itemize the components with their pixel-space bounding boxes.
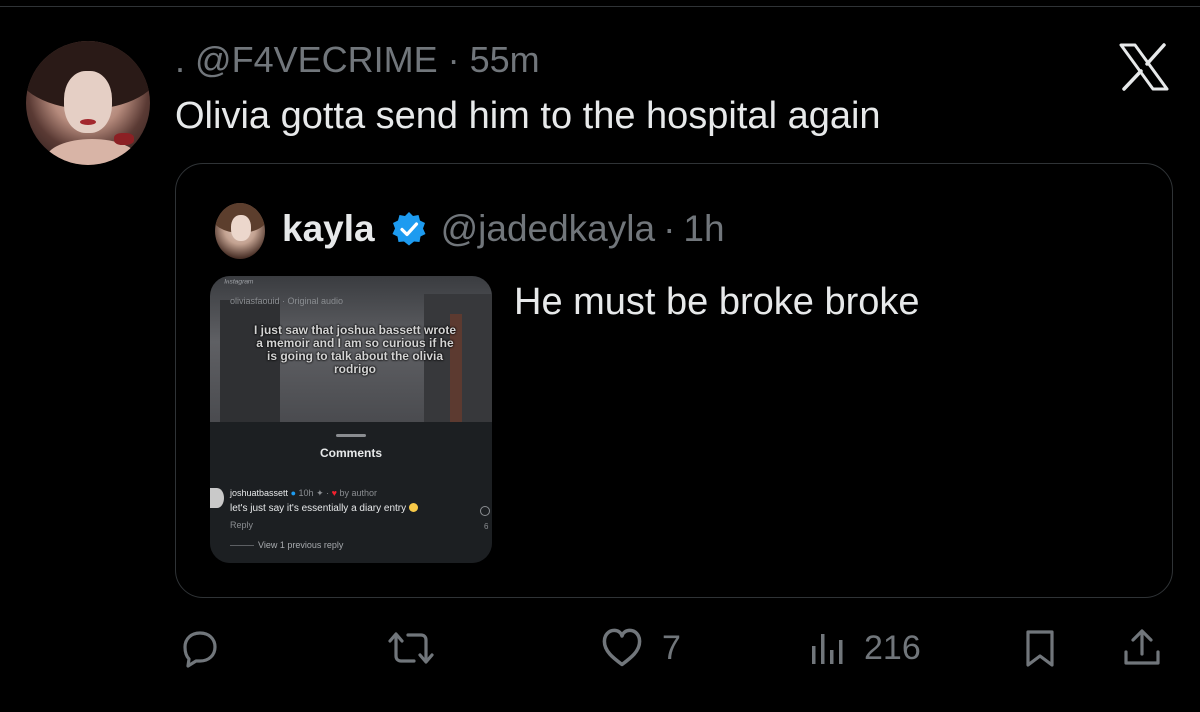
views-icon bbox=[812, 634, 843, 664]
comment-user-line: joshuatbassett ● 10h ✦ · ♥ by author bbox=[230, 488, 377, 499]
quoted-tweet-header: kayla @jadedkayla · 1h bbox=[282, 205, 725, 253]
tweet-time[interactable]: 55m bbox=[470, 39, 540, 80]
top-divider bbox=[0, 6, 1200, 7]
quoted-author-handle[interactable]: @jadedkayla bbox=[441, 205, 655, 253]
like-button[interactable]: 7 bbox=[598, 628, 681, 668]
author-handle[interactable]: @F4VECRIME bbox=[195, 39, 438, 80]
tweet-text: Olivia gotta send him to the hospital ag… bbox=[175, 95, 881, 137]
verified-badge-icon bbox=[392, 212, 426, 246]
heart-icon bbox=[602, 628, 642, 667]
reply-button[interactable] bbox=[180, 628, 220, 668]
sheet-handle-bar bbox=[336, 434, 366, 437]
comment-verified-icon: ● bbox=[290, 488, 296, 498]
comment-text-line: let's just say it's essentially a diary … bbox=[230, 503, 419, 514]
quoted-tweet-time[interactable]: 1h bbox=[683, 205, 724, 253]
retweet-icon bbox=[388, 632, 434, 664]
quoted-author-name[interactable]: kayla bbox=[282, 205, 375, 253]
media-header-line: ᴵⁿˢᵗᵃᵍʳᵃᵐ bbox=[224, 278, 253, 289]
share-icon bbox=[1124, 629, 1160, 665]
media-overlay-text: I just saw that joshua bassett wrote a m… bbox=[253, 323, 457, 376]
views-button[interactable]: 216 bbox=[808, 628, 921, 668]
view-previous-line bbox=[230, 545, 254, 547]
like-count: 7 bbox=[662, 628, 681, 667]
retweet-button[interactable] bbox=[386, 628, 436, 668]
comment-reply: Reply bbox=[230, 520, 254, 530]
share-button[interactable] bbox=[1122, 628, 1162, 668]
comment-view-previous: View 1 previous reply bbox=[230, 540, 343, 550]
x-logo-icon bbox=[1118, 43, 1170, 91]
quoted-author-avatar[interactable] bbox=[215, 203, 265, 259]
bookmark-button[interactable] bbox=[1020, 628, 1060, 668]
comments-title: Comments bbox=[319, 446, 382, 460]
reply-icon bbox=[183, 631, 217, 668]
view-previous-text: View 1 previous reply bbox=[258, 540, 344, 550]
comment-avatar bbox=[210, 488, 224, 508]
avatar-blood bbox=[114, 133, 134, 145]
comment-pin-icon: ✦ · bbox=[316, 488, 330, 498]
comment-text: let's just say it's essentially a diary … bbox=[230, 503, 407, 514]
author-display-name[interactable]: . bbox=[175, 39, 185, 80]
comment-like-icon bbox=[480, 506, 490, 516]
media-comments-sheet: Comments joshuatbassett ● 10h ✦ · ♥ by a… bbox=[210, 422, 492, 563]
quoted-header-separator: · bbox=[663, 208, 676, 249]
avatar-lips bbox=[80, 119, 96, 125]
comment-heart-icon: ♥ bbox=[331, 488, 337, 498]
cowboy-emoji-icon bbox=[409, 503, 419, 512]
comment-like-count: 6 bbox=[484, 522, 489, 531]
quoted-tweet-text: He must be broke broke bbox=[514, 281, 920, 323]
comment-time: 10h bbox=[298, 488, 314, 498]
quoted-avatar-face bbox=[231, 215, 251, 241]
comment-username: joshuatbassett bbox=[230, 488, 289, 498]
tweet-header: . @F4VECRIME · 55m bbox=[175, 38, 540, 82]
bookmark-icon bbox=[1026, 630, 1054, 667]
media-sub-header: oliviasfaouid · Original audio bbox=[230, 296, 344, 306]
header-separator: · bbox=[447, 39, 460, 80]
comment-by-author: by author bbox=[339, 488, 378, 498]
author-avatar[interactable] bbox=[26, 41, 150, 165]
views-count: 216 bbox=[864, 628, 921, 667]
quoted-media-image[interactable]: ᴵⁿˢᵗᵃᵍʳᵃᵐ oliviasfaouid · Original audio… bbox=[210, 276, 492, 563]
